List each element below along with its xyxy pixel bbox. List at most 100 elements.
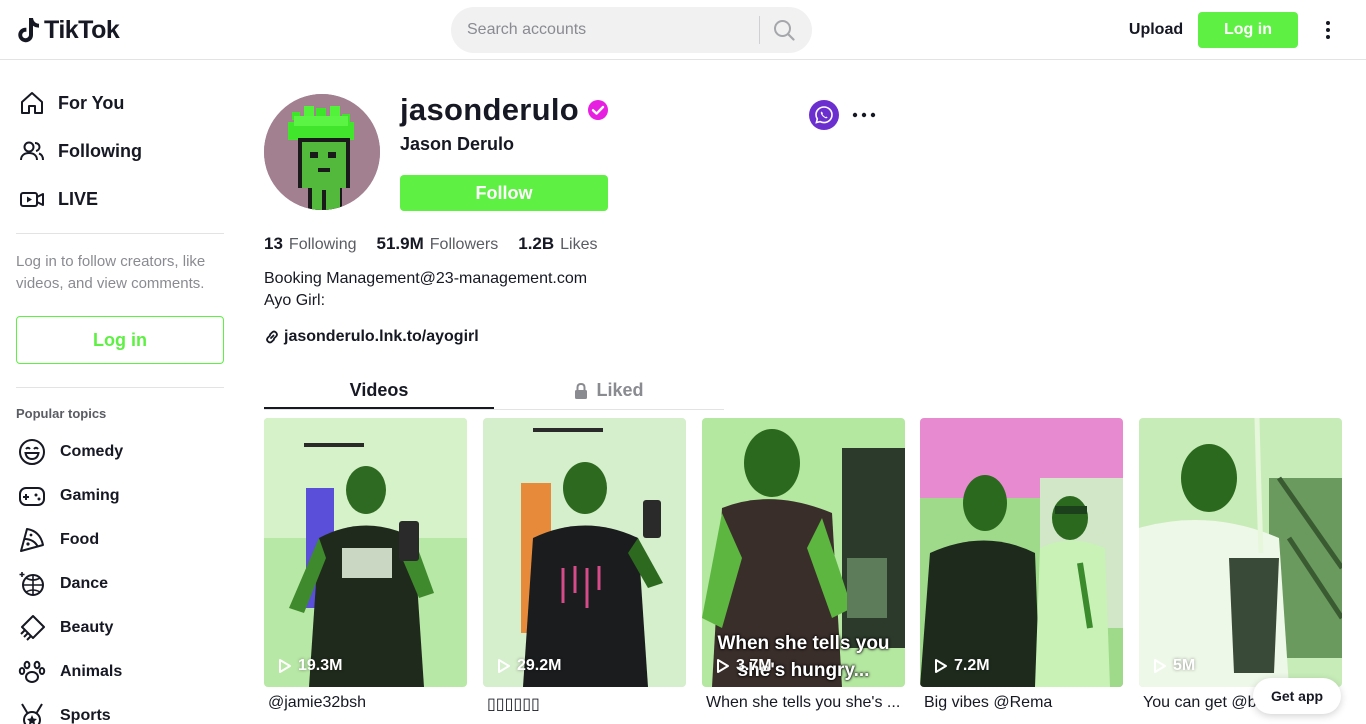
tab-label: Videos <box>349 380 409 400</box>
horizontal-dots-icon <box>852 112 876 118</box>
view-count: 5M <box>1153 657 1195 675</box>
play-icon <box>279 659 291 673</box>
search-icon <box>774 20 795 41</box>
sidebar-divider <box>16 233 224 234</box>
view-count-text: 7.2M <box>954 657 990 674</box>
live-camera-icon <box>18 185 46 213</box>
paw-icon <box>16 656 48 688</box>
topic-beauty[interactable]: Beauty <box>16 608 224 648</box>
get-app-button[interactable]: Get app <box>1253 678 1341 714</box>
logo-text: TikTok <box>44 15 120 44</box>
sidebar-login-button[interactable]: Log in <box>16 316 224 364</box>
profile-display-name: Jason Derulo <box>400 134 515 154</box>
login-hint-text: Log in to follow creators, like videos, … <box>16 253 206 292</box>
header-login-button[interactable]: Log in <box>1198 12 1298 48</box>
sidebar-item-label: Following <box>58 140 142 161</box>
video-caption[interactable]: When she tells you she's ... <box>702 694 905 716</box>
medal-icon <box>16 700 48 724</box>
play-icon <box>935 659 947 673</box>
following-count: 13 <box>264 234 283 253</box>
topic-label: Dance <box>60 575 109 592</box>
popular-topics-heading: Popular topics <box>16 406 107 421</box>
topic-sports[interactable]: Sports <box>16 696 224 724</box>
followers-stat[interactable]: 51.9M Followers <box>377 234 499 254</box>
followers-count: 51.9M <box>376 234 424 253</box>
topic-label: Gaming <box>60 487 120 504</box>
sidebar-item-live[interactable]: LIVE <box>16 179 224 219</box>
topic-animals[interactable]: Animals <box>16 652 224 692</box>
more-options-button[interactable] <box>1316 16 1340 44</box>
pizza-icon <box>16 524 48 556</box>
comb-icon <box>16 612 48 644</box>
gamepad-icon <box>16 480 48 512</box>
tab-label: Liked <box>596 380 644 400</box>
active-tab-indicator <box>264 407 494 409</box>
search-button[interactable] <box>769 16 799 44</box>
sidebar-item-for-you[interactable]: For You <box>16 83 224 123</box>
sidebar-item-label: For You <box>58 92 125 113</box>
topic-comedy[interactable]: Comedy <box>16 432 224 472</box>
video-thumbnail <box>920 418 1123 687</box>
topic-label: Beauty <box>60 619 114 636</box>
home-icon <box>18 89 46 117</box>
bio-line: Booking Management@23-management.com <box>264 270 588 287</box>
video-card[interactable]: 5M <box>1139 418 1342 687</box>
profile-more-button[interactable] <box>850 102 878 128</box>
followers-label: Followers <box>429 236 499 253</box>
topic-label: Food <box>60 531 100 548</box>
topic-dance[interactable]: Dance <box>16 564 224 604</box>
topic-food[interactable]: Food <box>16 520 224 560</box>
view-count-text: 29.2M <box>517 657 562 674</box>
play-icon <box>717 659 729 673</box>
video-card[interactable]: 29.2M <box>483 418 686 687</box>
whatsapp-share-button[interactable] <box>809 100 839 130</box>
likes-count: 1.2B <box>518 234 555 253</box>
sidebar-divider <box>16 387 224 388</box>
sidebar-item-following[interactable]: Following <box>16 131 224 171</box>
topic-label: Sports <box>60 707 111 724</box>
upload-button[interactable]: Upload <box>1122 12 1190 48</box>
topic-label: Comedy <box>60 443 124 460</box>
sidebar: For You Following LIVE Log in to follow … <box>0 61 240 724</box>
users-icon <box>18 137 46 165</box>
whatsapp-icon <box>815 106 833 124</box>
video-card[interactable]: 19.3M <box>264 418 467 687</box>
video-caption[interactable]: Big vibes @Rema <box>920 694 1123 716</box>
following-stat[interactable]: 13 Following <box>264 234 357 254</box>
username-row: jasonderulo <box>400 90 609 130</box>
view-count: 29.2M <box>497 657 561 675</box>
likes-stat: 1.2B Likes <box>518 234 597 254</box>
tab-liked[interactable]: Liked <box>494 372 724 409</box>
view-count: 3.7M <box>716 657 772 675</box>
tiktok-logo[interactable]: TikTok <box>16 14 120 46</box>
video-caption[interactable]: @jamie32bsh <box>264 694 467 716</box>
sidebar-item-label: LIVE <box>58 188 99 209</box>
search-divider <box>759 16 760 44</box>
view-count-text: 3.7M <box>736 657 772 674</box>
search-bar <box>451 7 812 53</box>
topic-gaming[interactable]: Gaming <box>16 476 224 516</box>
view-count-text: 5M <box>1173 657 1196 674</box>
search-input[interactable] <box>467 7 757 53</box>
video-card[interactable]: 7.2M <box>920 418 1123 687</box>
play-icon <box>498 659 510 673</box>
smile-icon <box>16 436 48 468</box>
tiktok-note-icon <box>18 18 39 43</box>
lock-icon <box>575 382 588 399</box>
profile-link-text: jasonderulo.lnk.to/ayogirl <box>284 328 479 345</box>
profile-bio: Booking Management@23-management.com Ayo… <box>264 268 587 312</box>
video-card[interactable]: When she tells you she's hungry... 3.7M <box>702 418 905 687</box>
view-count-text: 19.3M <box>298 657 343 674</box>
video-caption[interactable]: ▯▯▯▯▯▯ <box>483 694 686 716</box>
tab-videos[interactable]: Videos <box>264 372 494 409</box>
following-label: Following <box>288 236 357 253</box>
follow-button[interactable]: Follow <box>400 175 608 211</box>
verified-badge-icon <box>588 100 608 120</box>
video-thumbnail <box>1139 418 1342 687</box>
view-count: 7.2M <box>934 657 990 675</box>
profile-link[interactable]: jasonderulo.lnk.to/ayogirl <box>264 326 479 348</box>
view-count: 19.3M <box>278 657 342 675</box>
bio-line: Ayo Girl: <box>264 292 326 309</box>
profile-stats: 13 Following 51.9M Followers 1.2B Likes <box>264 234 598 256</box>
video-thumbnail <box>483 418 686 687</box>
